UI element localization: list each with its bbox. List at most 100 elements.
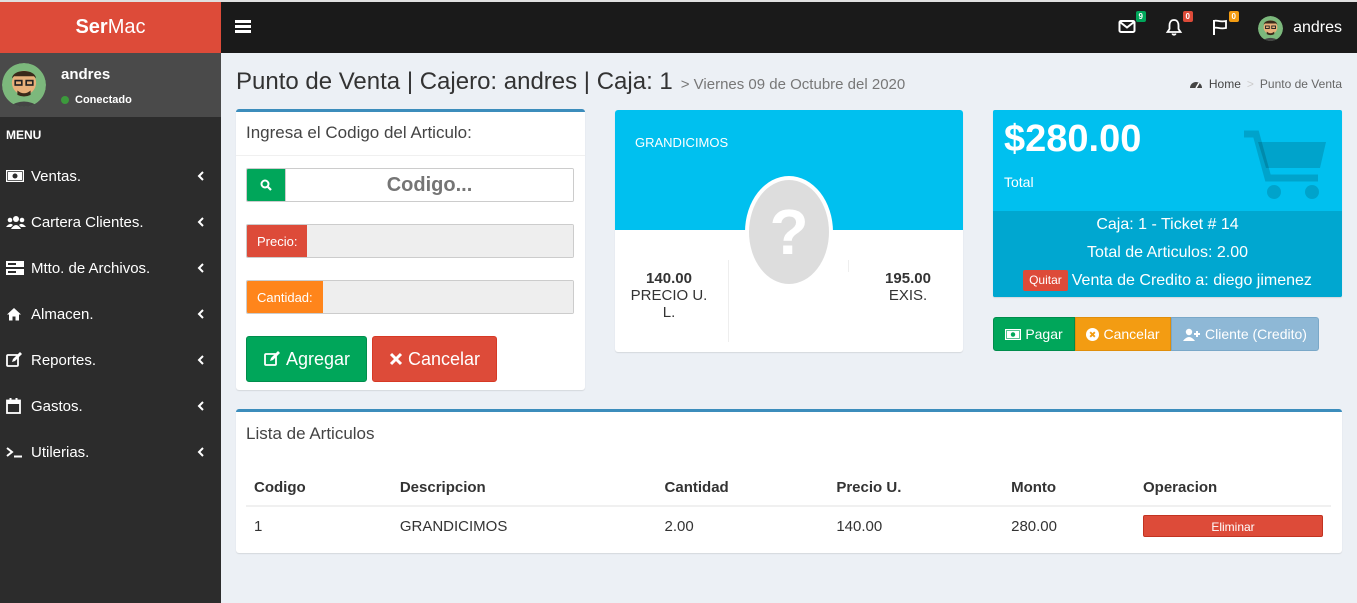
sidebar-item-label: Reportes. [31, 351, 97, 369]
tasks-badge: 0 [1228, 11, 1239, 22]
code-input[interactable] [285, 169, 573, 201]
app-logo[interactable]: SerMac [0, 2, 221, 53]
user-menu[interactable]: andres [1258, 15, 1342, 41]
money-icon [6, 170, 26, 182]
product-stock-label: EXIS. [888, 287, 928, 304]
messages-button[interactable]: 9 [1118, 11, 1146, 38]
chevron-left-icon [197, 215, 205, 232]
search-icon[interactable] [247, 169, 285, 201]
page-header: Punto de Venta | Cajero: andres | Caja: … [236, 68, 905, 96]
logo-bold: Ser [75, 16, 108, 38]
sidebar-item-label: Utilerias. [31, 443, 90, 461]
cell-precio: 140.00 [836, 517, 883, 535]
sidebar-user-name: andres [61, 66, 111, 83]
sidebar-item-mtto-archivos[interactable]: Mtto. de Archivos. [0, 245, 221, 291]
top-navbar: 9 0 0 andres [221, 2, 1357, 53]
price-field[interactable] [307, 225, 573, 257]
column-header: Cantidad [656, 470, 829, 507]
product-card: GRANDICIMOS ? 140.00 PRECIO U. L. 195.00… [615, 110, 963, 352]
column-header: Operacion [1135, 470, 1331, 507]
total-amount: $280.00 [1004, 118, 1142, 160]
caja-ticket: Caja: 1 - Ticket # 14 [1096, 216, 1239, 233]
product-stock-value: 195.00 [885, 270, 931, 287]
notifications-button[interactable]: 0 [1165, 11, 1193, 38]
chevron-left-icon [197, 445, 205, 462]
code-box-title: Ingresa el Codigo del Articulo: [236, 112, 585, 156]
total-articles: Total de Articulos: 2.00 [1087, 244, 1248, 261]
sidebar: andres Conectado MENU Ventas. Cartera Cl… [0, 53, 221, 603]
column-header: Precio U. [828, 470, 1004, 507]
user-name: andres [1293, 19, 1342, 36]
sidebar-item-reportes[interactable]: Reportes. [0, 337, 221, 383]
close-icon [389, 352, 403, 366]
logo-rest: Mac [107, 16, 146, 38]
chevron-left-icon [197, 169, 205, 186]
shopping-cart-icon [1244, 130, 1326, 199]
hamburger-icon[interactable] [235, 20, 251, 34]
product-price-stat: 140.00 PRECIO U. L. [623, 270, 715, 321]
cell-cantidad: 2.00 [664, 517, 694, 535]
sidebar-item-almacen[interactable]: Almacen. [0, 291, 221, 337]
tasks-button[interactable]: 0 [1211, 11, 1239, 38]
dashboard-icon [1189, 82, 1202, 89]
quantity-label: Cantidad: [247, 281, 323, 313]
user-plus-icon [1183, 328, 1201, 341]
chevron-left-icon [197, 353, 205, 370]
price-input-group: Precio: [246, 224, 574, 258]
code-entry-box: Ingresa el Codigo del Articulo: Precio: … [236, 109, 585, 390]
terminal-icon [6, 446, 26, 458]
calendar-icon [6, 398, 26, 414]
users-icon [6, 215, 26, 229]
breadcrumb-current: Punto de Venta [1259, 77, 1342, 91]
cell-operacion: Eliminar [1135, 506, 1331, 545]
money-icon [1005, 328, 1022, 340]
credit-sale-line: Quitar Venta de Credito a: diego jimenez [993, 267, 1342, 295]
sidebar-item-gastos[interactable]: Gastos. [0, 383, 221, 429]
edit-icon [6, 352, 26, 368]
server-icon [6, 261, 26, 275]
total-box: $280.00 Total Caja: 1 - Ticket # 14 Tota… [993, 110, 1342, 297]
chevron-left-icon [197, 399, 205, 416]
page-title: Punto de Venta | Cajero: andres | Caja: … [236, 68, 673, 95]
quitar-button[interactable]: Quitar [1023, 270, 1068, 292]
avatar [1258, 15, 1284, 41]
cell-codigo: 1 [254, 517, 263, 535]
cancel-button[interactable]: Cancelar [372, 336, 497, 382]
times-circle-icon [1086, 327, 1100, 341]
online-dot-icon [61, 96, 69, 105]
articles-table: Codigo Descripcion Cantidad Precio U. Mo… [246, 470, 1331, 545]
messages-badge: 9 [1135, 11, 1146, 22]
sidebar-item-label: Almacen. [31, 305, 94, 323]
product-name: GRANDICIMOS [635, 135, 729, 150]
column-header: Monto [1003, 470, 1135, 507]
stat-divider [848, 260, 849, 272]
quantity-input-group: Cantidad: [246, 280, 574, 314]
total-label: Total [1004, 174, 1034, 190]
credit-sale-text: Venta de Credito a: diego jimenez [1071, 272, 1312, 289]
sidebar-item-utilerias[interactable]: Utilerias. [0, 429, 221, 475]
menu-header: MENU [6, 128, 42, 142]
sidebar-item-ventas[interactable]: Ventas. [0, 153, 221, 199]
envelope-icon [1118, 20, 1136, 33]
edit-icon [264, 351, 280, 366]
table-header-row: Codigo Descripcion Cantidad Precio U. Mo… [246, 470, 1331, 507]
home-icon [6, 307, 26, 321]
cell-monto: 280.00 [1011, 517, 1057, 535]
client-credit-button[interactable]: Cliente (Credito) [1171, 317, 1319, 351]
cancel-sale-button[interactable]: Cancelar [1075, 317, 1171, 351]
breadcrumb-home[interactable]: Home [1209, 77, 1241, 91]
add-button[interactable]: Agregar [246, 336, 367, 382]
articles-list-box: Lista de Articulos Codigo Descripcion Ca… [236, 409, 1342, 553]
column-header: Codigo [246, 470, 392, 507]
sidebar-item-label: Gastos. [31, 397, 83, 415]
notifications-badge: 0 [1182, 11, 1193, 22]
total-footer: Caja: 1 - Ticket # 14 Total de Articulos… [993, 211, 1342, 297]
flag-icon [1213, 19, 1227, 35]
sidebar-item-cartera-clientes[interactable]: Cartera Clientes. [0, 199, 221, 245]
breadcrumb: Home > Punto de Venta [1189, 77, 1342, 91]
quantity-field[interactable] [322, 281, 573, 313]
column-header: Descripcion [391, 470, 657, 507]
bell-icon [1165, 19, 1183, 36]
delete-button[interactable]: Eliminar [1143, 515, 1323, 537]
pay-button[interactable]: Pagar [993, 317, 1075, 351]
